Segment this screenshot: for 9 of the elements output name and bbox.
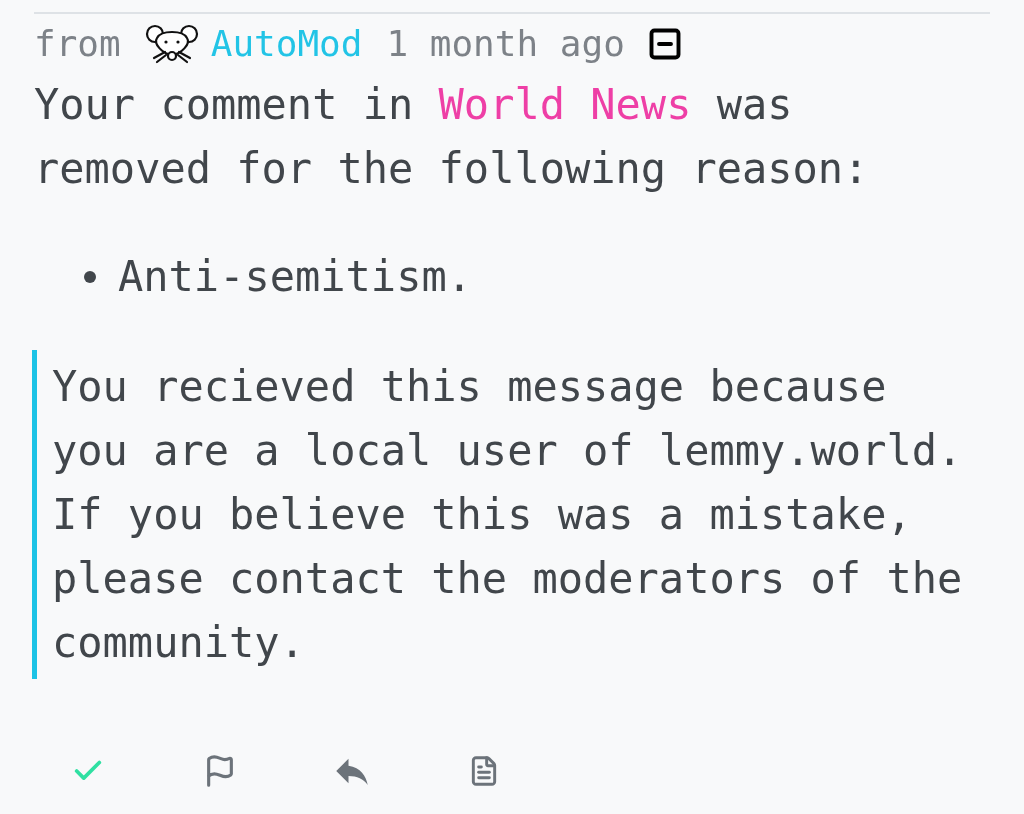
- quote-text: You recieved this message because you are a local user of lemmy.world. If you believe this was a mistake, please contact the moderators of the community.: [52, 361, 964, 669]
- mouse-face-icon: [144, 23, 199, 64]
- removal-reason: Anti-semitism.: [118, 251, 472, 303]
- sender-prefix: from: [34, 23, 121, 64]
- community-link[interactable]: World News: [438, 80, 692, 129]
- message-text: Your comment in World News was removed for the following reason:: [34, 79, 870, 195]
- sender-link[interactable]: AutoMod: [210, 23, 363, 64]
- bullet-icon: [84, 271, 96, 283]
- message-time: 1 month ago: [386, 23, 625, 64]
